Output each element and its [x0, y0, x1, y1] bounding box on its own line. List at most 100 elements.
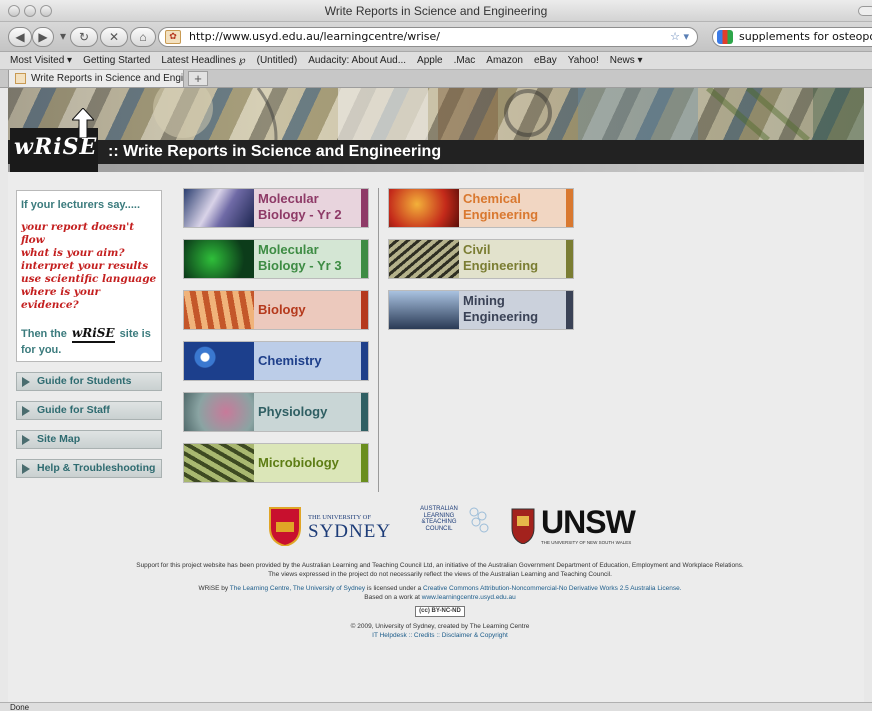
subject-color-bar [566, 291, 573, 329]
subject-thumbnail-image [184, 342, 254, 380]
quote-4: use scientific language [21, 273, 157, 285]
new-tab-button[interactable]: + [188, 71, 208, 86]
subject-color-bar [566, 189, 573, 227]
cc-badge-icon[interactable]: (cc) BY-NC-ND [415, 606, 465, 617]
copyright-line: © 2009, University of Sydney, created by… [350, 623, 530, 630]
subject-thumbnail-image [389, 189, 459, 227]
subject-color-bar [361, 342, 368, 380]
subjects_right-tile-1[interactable]: Civil Engineering [388, 239, 574, 279]
bookmark-news[interactable]: News ▾ [610, 55, 643, 66]
subject-thumbnail-image [184, 393, 254, 431]
subjects_left-tile-4[interactable]: Physiology [183, 392, 369, 432]
bookmark-mac[interactable]: .Mac [454, 55, 476, 66]
forward-button[interactable]: ▶ [32, 27, 54, 47]
unsw-logo[interactable]: UNSW THE UNIVERSITY OF NEW SOUTH WALES [511, 504, 651, 546]
subjects_left-tile-3[interactable]: Chemistry [183, 341, 369, 381]
stop-icon: ✕ [108, 30, 120, 44]
google-search-engine-icon[interactable] [717, 30, 733, 44]
bookmark-audacity[interactable]: Audacity: About Aud... [308, 55, 406, 66]
altc-pattern-icon [469, 507, 489, 533]
toolbar-toggle-icon[interactable] [858, 6, 872, 16]
zoom-window-icon[interactable] [40, 5, 52, 17]
learning-centre-link[interactable]: The Learning Centre, The University of S… [230, 585, 365, 592]
search-input[interactable]: supplements for osteoporosis [712, 27, 872, 47]
subject-label: Civil Engineering [463, 242, 539, 273]
banner-bottom-strip [8, 164, 872, 172]
forward-arrow-icon: ▶ [38, 30, 48, 44]
bookmarks-bar: Most Visited ▾ Getting Started Latest Head… [0, 52, 872, 70]
promo-tagline: Then the wRiSE site is for you. [21, 326, 151, 356]
bookmark-apple[interactable]: Apple [417, 55, 443, 66]
minimize-window-icon[interactable] [24, 5, 36, 17]
subject-thumbnail-image [389, 240, 459, 278]
subject-color-bar [361, 291, 368, 329]
subject-label: Molecular Biology - Yr 3 [258, 242, 342, 273]
subject-label: Microbiology [258, 455, 339, 470]
back-button[interactable]: ◀ [8, 27, 32, 47]
window-title: Write Reports in Science and Engineering [324, 4, 548, 18]
footer-links[interactable]: IT Helpdesk :: Credits :: Disclaimer & C… [8, 631, 872, 640]
altc-logo[interactable]: AUSTRALIAN LEARNING &TEACHING COUNCIL [412, 506, 496, 546]
footer-text: Support for this project website has bee… [8, 561, 872, 640]
home-icon: ⌂ [139, 30, 147, 44]
subject-color-bar [566, 240, 573, 278]
guide-for-students-button[interactable]: Guide for Students [16, 372, 162, 391]
page-scrollbar[interactable] [864, 88, 872, 702]
subject-thumbnail-image [184, 240, 254, 278]
subject-label: Chemistry [258, 353, 322, 368]
site-favicon-icon: ✿ [165, 30, 181, 44]
altc-text: AUSTRALIAN LEARNING &TEACHING COUNCIL [420, 506, 458, 532]
logo-arrow-icon [72, 108, 94, 138]
close-window-icon[interactable] [8, 5, 20, 17]
bookmark-untitled[interactable]: (Untitled) [257, 55, 298, 66]
bookmark-star-icon[interactable]: ☆ ▾ [670, 28, 689, 46]
help-troubleshooting-button[interactable]: Help & Troubleshooting [16, 459, 162, 478]
site-map-button[interactable]: Site Map [16, 430, 162, 449]
cc-license-link[interactable]: Creative Commons Attribution-Noncommerci… [423, 585, 682, 592]
subjects_left-tile-0[interactable]: Molecular Biology - Yr 2 [183, 188, 369, 228]
quote-2: what is your aim? [21, 247, 125, 259]
subject-thumbnail-image [184, 189, 254, 227]
guide-for-staff-button[interactable]: Guide for Staff [16, 401, 162, 420]
subject-color-bar [361, 240, 368, 278]
subject-label: Mining Engineering [463, 293, 539, 324]
subject-thumbnail-image [389, 291, 459, 329]
browser-window: Write Reports in Science and Engineering… [0, 0, 872, 712]
bookmark-latest-headlines[interactable]: Latest Headlines ℘ [161, 55, 245, 66]
stop-button[interactable]: ✕ [100, 27, 128, 47]
university-of-sydney-logo[interactable]: THE UNIVERSITY OF SYDNEY [268, 506, 390, 546]
based-on-line: Based on a work at www.learningcentre.us… [364, 594, 516, 601]
unsw-crest-icon [511, 508, 535, 544]
subjects_left-tile-2[interactable]: Biology [183, 290, 369, 330]
bookmark-yahoo[interactable]: Yahoo! [568, 55, 599, 66]
subject-thumbnail-image [184, 291, 254, 329]
quote-3: interpret your results [21, 260, 149, 272]
license-line: WRiSE by The Learning Centre, The Univer… [198, 585, 682, 592]
learningcentre-link[interactable]: www.learningcentre.usyd.edu.au [422, 594, 516, 601]
sydney-crest-icon [269, 507, 301, 546]
triangle-right-icon [22, 406, 30, 416]
subject-label: Chemical Engineering [463, 191, 539, 222]
quote-5: where is your evidence? [21, 286, 101, 311]
history-dropdown-icon[interactable]: ▾ [58, 27, 68, 47]
url-input[interactable]: ✿ http://www.usyd.edu.au/learningcentre/… [158, 27, 698, 47]
home-button[interactable]: ⌂ [130, 27, 156, 47]
bookmark-getting-started[interactable]: Getting Started [83, 55, 150, 66]
subject-thumbnail-image [184, 444, 254, 482]
subjects_left-tile-5[interactable]: Microbiology [183, 443, 369, 483]
subjects_right-tile-2[interactable]: Mining Engineering [388, 290, 574, 330]
bookmark-most-visited[interactable]: Most Visited ▾ [10, 55, 72, 66]
triangle-right-icon [22, 435, 30, 445]
subject-color-bar [361, 189, 368, 227]
bookmark-ebay[interactable]: eBay [534, 55, 557, 66]
tab-wrise[interactable]: Write Reports in Science and Engi... [8, 70, 184, 88]
promo-heading: If your lecturers say..... [21, 199, 141, 211]
back-arrow-icon: ◀ [15, 30, 25, 44]
reload-button[interactable]: ↻ [70, 27, 98, 47]
subjects_left-tile-1[interactable]: Molecular Biology - Yr 3 [183, 239, 369, 279]
web-page: :: Write Reports in Science and Engineer… [8, 88, 872, 702]
subjects_right-tile-0[interactable]: Chemical Engineering [388, 188, 574, 228]
bookmark-amazon[interactable]: Amazon [486, 55, 523, 66]
subject-label: Physiology [258, 404, 328, 419]
status-bar: Done [0, 702, 872, 712]
